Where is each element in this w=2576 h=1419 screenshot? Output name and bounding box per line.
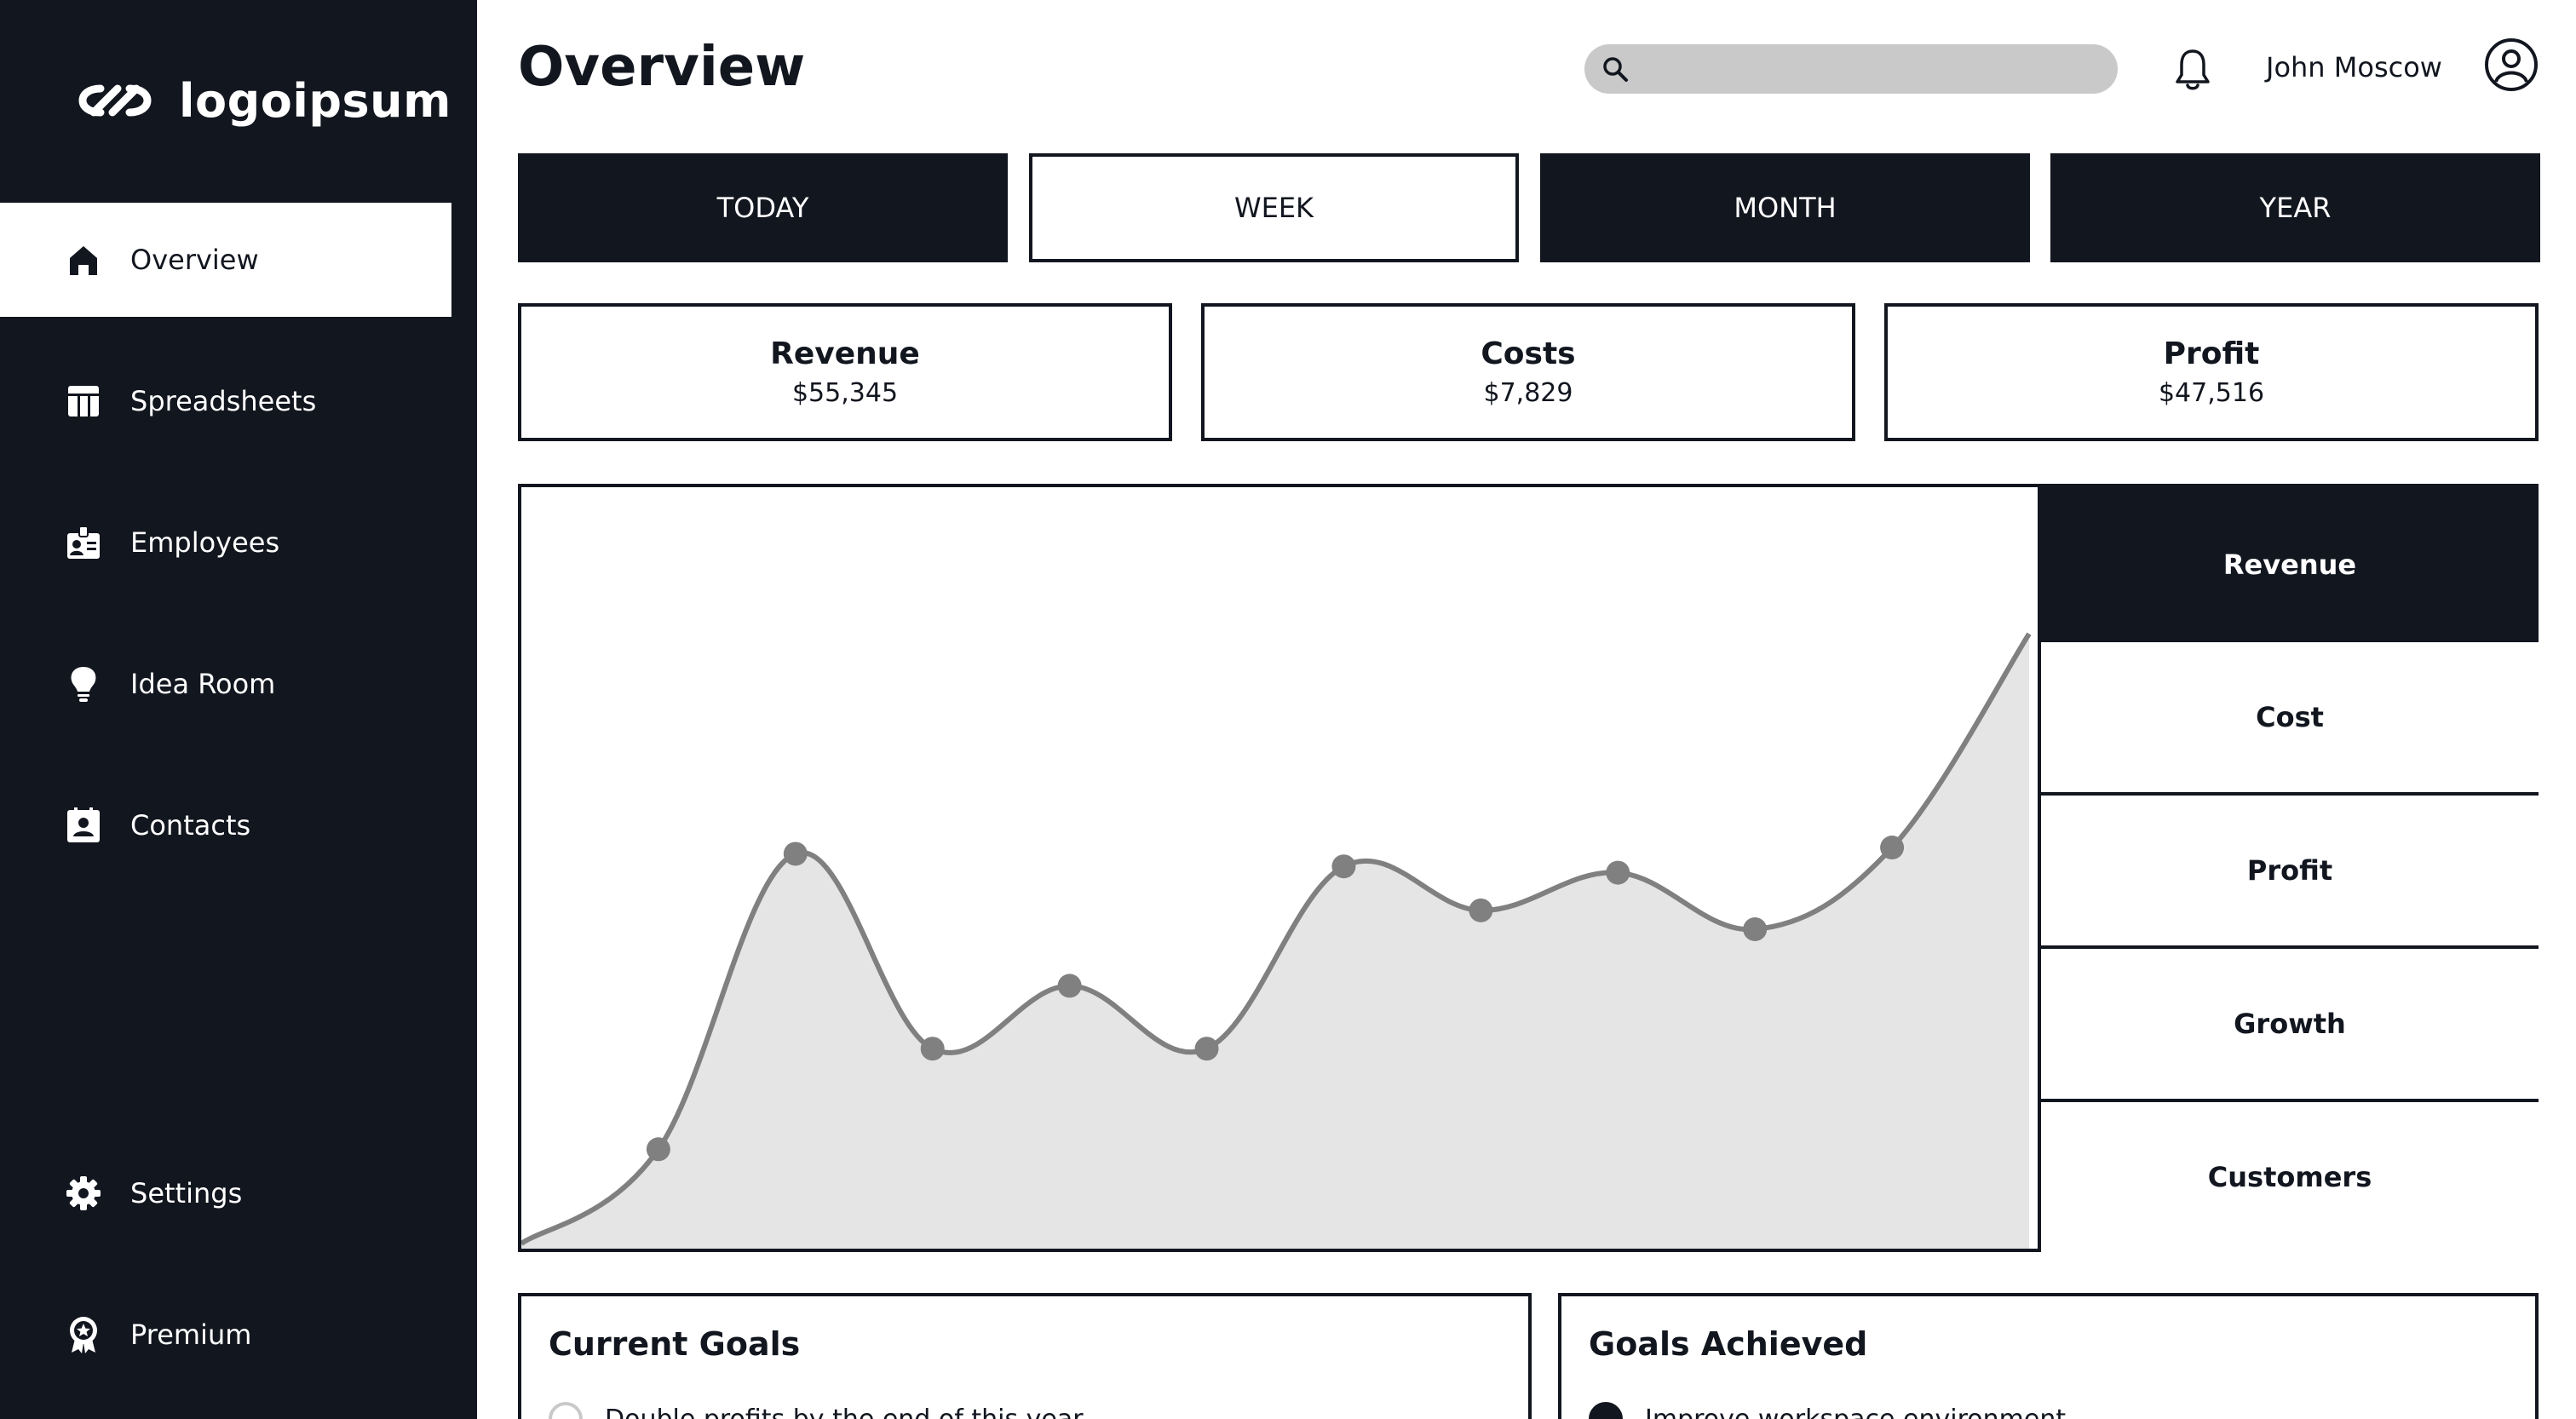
profit-card: Profit $47,516 (1884, 303, 2539, 441)
goal-item[interactable]: Improve workspace environment (1589, 1402, 2066, 1419)
bell-icon[interactable] (2174, 48, 2211, 92)
card-title: Costs (1481, 336, 1576, 371)
metric-profit[interactable]: Profit (2038, 792, 2539, 945)
goals-achieved-title: Goals Achieved (1589, 1325, 1868, 1363)
sidebar: logoipsum Overview Spreadsheets Employee… (0, 0, 477, 1419)
chart-data-point[interactable] (1743, 917, 1768, 941)
card-title: Revenue (770, 336, 920, 371)
tab-year[interactable]: YEAR (2050, 153, 2540, 262)
chart-data-point[interactable] (646, 1137, 670, 1162)
id-badge-icon (65, 524, 102, 561)
sidebar-item-spreadsheets[interactable]: Spreadsheets (0, 344, 451, 458)
sidebar-item-label: Spreadsheets (130, 385, 317, 417)
goal-text: Double profits by the end of this year (605, 1404, 1084, 1419)
revenue-chart (521, 632, 2032, 1249)
chart-panel: Revenue Cost Profit Growth Customers (518, 484, 2539, 1252)
chart-data-point[interactable] (1331, 854, 1356, 879)
sidebar-item-overview[interactable]: Overview (0, 203, 451, 317)
goal-checkbox[interactable] (1589, 1402, 1623, 1419)
chart-data-point[interactable] (1194, 1037, 1219, 1061)
current-goals-panel: Current Goals Double profits by the end … (518, 1293, 1532, 1419)
infinity-logo-icon (73, 73, 157, 128)
card-value: $7,829 (1483, 378, 1573, 408)
gear-icon (65, 1175, 102, 1212)
card-value: $55,345 (791, 378, 899, 408)
home-icon (65, 241, 102, 279)
lightbulb-icon (65, 665, 102, 703)
chart-data-point[interactable] (920, 1037, 945, 1061)
sidebar-item-label: Overview (130, 244, 259, 276)
chart-data-point[interactable] (1606, 860, 1630, 885)
metric-customers[interactable]: Customers (2038, 1099, 2539, 1252)
avatar[interactable] (2484, 37, 2539, 92)
user-name[interactable]: John Moscow (2266, 51, 2442, 83)
chart-data-point[interactable] (1880, 836, 1905, 860)
sidebar-item-idea-room[interactable]: Idea Room (0, 627, 451, 741)
goals-achieved-panel: Goals Achieved Improve workspace environ… (1558, 1293, 2539, 1419)
logo[interactable]: logoipsum (73, 73, 451, 128)
search-icon (1601, 55, 1629, 83)
sidebar-item-label: Settings (130, 1177, 243, 1209)
metric-list: Revenue Cost Profit Growth Customers (2038, 484, 2542, 1252)
metric-cost[interactable]: Cost (2038, 639, 2539, 792)
award-icon (65, 1316, 102, 1353)
costs-card: Costs $7,829 (1201, 303, 1855, 441)
tab-today[interactable]: TODAY (518, 153, 1008, 262)
sidebar-item-premium[interactable]: Premium (0, 1278, 451, 1392)
search-input[interactable] (1639, 44, 2099, 94)
sidebar-item-label: Employees (130, 526, 280, 559)
chart-area-fill (521, 634, 2029, 1249)
sidebar-item-contacts[interactable]: Contacts (0, 768, 451, 882)
chart-data-point[interactable] (1469, 898, 1493, 922)
metric-growth[interactable]: Growth (2038, 945, 2539, 1099)
table-icon (65, 382, 102, 420)
card-title: Profit (2163, 336, 2260, 371)
revenue-card: Revenue $55,345 (518, 303, 1172, 441)
card-value: $47,516 (2158, 378, 2265, 408)
page-title: Overview (518, 36, 806, 99)
contact-card-icon (65, 807, 102, 844)
tab-month[interactable]: MONTH (1540, 153, 2030, 262)
tab-week[interactable]: WEEK (1029, 153, 1519, 262)
chart-data-point[interactable] (1057, 974, 1082, 998)
sidebar-item-label: Idea Room (130, 668, 276, 700)
search-bar[interactable] (1584, 44, 2118, 94)
goal-item[interactable]: Double profits by the end of this year (549, 1402, 1084, 1419)
sidebar-item-label: Contacts (130, 809, 251, 842)
brand-name: logoipsum (179, 73, 451, 128)
sidebar-item-employees[interactable]: Employees (0, 485, 451, 600)
current-goals-title: Current Goals (549, 1325, 801, 1363)
chart-data-point[interactable] (783, 842, 808, 866)
metric-revenue[interactable]: Revenue (2038, 484, 2539, 642)
sidebar-item-label: Premium (130, 1318, 252, 1351)
goal-text: Improve workspace environment (1645, 1404, 2067, 1419)
goal-checkbox[interactable] (549, 1402, 583, 1419)
sidebar-item-settings[interactable]: Settings (0, 1136, 451, 1250)
